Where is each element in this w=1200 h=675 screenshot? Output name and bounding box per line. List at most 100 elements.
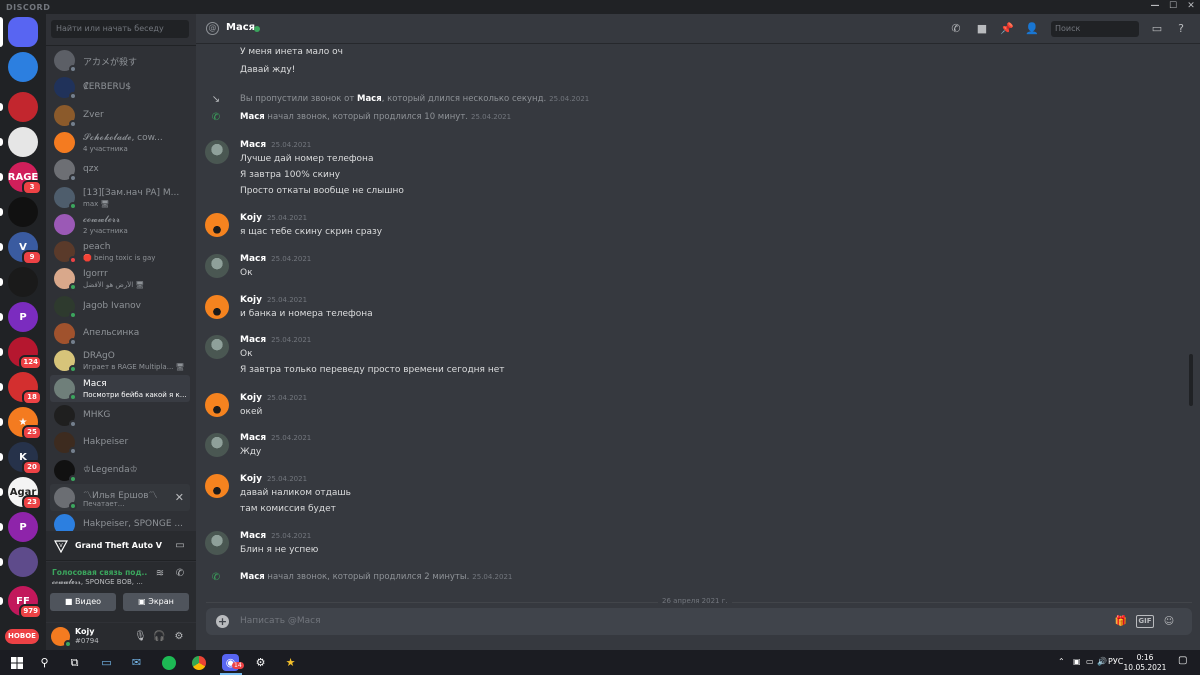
purple-server-icon[interactable]: P xyxy=(8,302,38,332)
help-icon[interactable]: ? xyxy=(1174,22,1188,36)
voice-status[interactable]: Голосовая связь под... xyxy=(52,568,148,577)
volume-icon[interactable]: 🔊 xyxy=(1097,657,1107,666)
network-icon[interactable]: ▭ xyxy=(1086,657,1094,666)
notifications-icon[interactable]: ▢ xyxy=(1178,655,1187,666)
language-indicator[interactable]: РУС xyxy=(1108,657,1123,666)
message-author[interactable]: Мася 25.04.2021 xyxy=(240,335,311,345)
emoji-icon[interactable]: ☺ xyxy=(1162,615,1176,628)
dm-item[interactable]: Апельсинка xyxy=(50,320,190,347)
steam-icon[interactable]: ⚙ xyxy=(252,654,269,671)
dm-item[interactable]: DRAgO Играет в RAGE Multipla... 🖥 xyxy=(50,347,190,374)
rage-server-icon[interactable]: RAGE 3 xyxy=(8,162,42,195)
close-dm-icon[interactable]: ✕ xyxy=(175,491,184,504)
gif-button[interactable]: GIF xyxy=(1136,615,1154,628)
laptop-app-icon[interactable]: ▭ xyxy=(98,654,115,671)
chrome-icon[interactable] xyxy=(190,654,207,671)
message-avatar[interactable] xyxy=(205,474,229,498)
gift-icon[interactable]: 🎁 xyxy=(1114,615,1128,628)
minimize-icon[interactable]: — xyxy=(1148,1,1162,13)
avatar-dark-icon[interactable] xyxy=(8,197,38,227)
voice-channel-members[interactable]: 𝓬𝓸𝔀𝔀𝓵𝓮𝓻𝓻, SPONGE BOB, ... xyxy=(52,578,148,587)
red-server-icon[interactable]: 124 xyxy=(8,337,42,370)
clock[interactable]: 0:16 10.05.2021 xyxy=(1123,653,1167,673)
pinned-messages-icon[interactable]: 📌 xyxy=(1000,22,1014,36)
maximize-icon[interactable]: ☐ xyxy=(1166,1,1180,13)
skull-server-icon[interactable] xyxy=(8,267,38,297)
dm-item[interactable]: Jagob Ivanov xyxy=(50,293,190,320)
voice-call-icon[interactable]: ✆ xyxy=(949,22,963,36)
dm-item[interactable]: Hakpeiser xyxy=(50,429,190,456)
message-author[interactable]: Мася 25.04.2021 xyxy=(240,254,311,264)
avatar-white-icon[interactable] xyxy=(8,127,38,157)
dm-item[interactable]: peach 🛑 being toxic is gay xyxy=(50,238,190,265)
inbox-icon[interactable]: ▭ xyxy=(1150,22,1164,36)
find-conversation-input[interactable]: Найти или начать беседу xyxy=(51,20,189,38)
agar-server-icon[interactable]: Agar 23 xyxy=(8,477,42,510)
microphone-icon[interactable]: 🎙 xyxy=(134,631,147,643)
close-window-icon[interactable]: ✕ xyxy=(1184,1,1198,13)
star-server-icon[interactable]: ★ 25 xyxy=(8,407,42,440)
red-g-server-icon[interactable]: 18 xyxy=(8,372,42,405)
chat-scrollbar[interactable] xyxy=(1189,354,1193,406)
dm-item[interactable]: [13][Зам.нач PA] M... max 🖥 xyxy=(50,184,190,211)
message-author[interactable]: Kojy 25.04.2021 xyxy=(240,213,307,223)
video-call-icon[interactable]: ■ xyxy=(975,22,989,36)
dm-item[interactable]: Igorrr الأرض هو الأفضل 🖥 xyxy=(50,265,190,292)
screen-share-button[interactable]: ▣ Экран xyxy=(123,593,189,611)
blue-server-icon[interactable]: K 20 xyxy=(8,442,42,475)
new-badge[interactable]: НОВОЕ xyxy=(5,629,39,644)
dm-item[interactable]: ♔Legenda♔ xyxy=(50,457,190,484)
task-view-icon[interactable]: ⧉ xyxy=(66,654,83,671)
message-input[interactable]: Написать @Мася xyxy=(240,616,321,626)
dm-subtext: Печатает... xyxy=(83,499,125,508)
dm-item[interactable]: Мася Посмотри бейба какой я кр... xyxy=(50,374,190,402)
tray-device-icon[interactable]: ▣ xyxy=(1073,657,1081,666)
message-avatar[interactable] xyxy=(205,254,229,278)
galaxy-server-icon[interactable] xyxy=(8,547,38,577)
tray-expand-icon[interactable]: ⌃ xyxy=(1058,657,1065,666)
message-author[interactable]: Мася 25.04.2021 xyxy=(240,433,311,443)
message-avatar[interactable] xyxy=(205,140,229,164)
message-avatar[interactable] xyxy=(205,213,229,237)
message-author[interactable]: Kojy 25.04.2021 xyxy=(240,393,307,403)
spotify-icon[interactable] xyxy=(160,654,177,671)
v-server-icon[interactable]: V9 xyxy=(8,232,42,265)
dm-item[interactable]: アカメが殺す xyxy=(50,47,190,74)
user-name[interactable]: Kojy xyxy=(75,627,95,636)
search-input[interactable]: Поиск xyxy=(1051,21,1139,37)
message-avatar[interactable] xyxy=(205,433,229,457)
dm-item[interactable]: 𝓢𝓬𝓱𝓸𝓴𝓸𝓵𝓪𝓭𝓮, cow... 4 участника xyxy=(50,129,190,156)
channel-name[interactable]: Мася xyxy=(226,22,255,33)
friends-group-icon-icon[interactable] xyxy=(8,52,38,82)
message-author[interactable]: Kojy 25.04.2021 xyxy=(240,474,307,484)
rockstar-icon[interactable]: ★ xyxy=(282,654,299,671)
dm-item[interactable]: MHKG xyxy=(50,402,190,429)
search-icon[interactable]: ⚲ xyxy=(36,654,53,671)
add-friends-icon[interactable]: 👤 xyxy=(1025,22,1039,36)
message-avatar[interactable] xyxy=(205,335,229,359)
message-author[interactable]: Мася 25.04.2021 xyxy=(240,140,311,150)
video-button[interactable]: ■ Видео xyxy=(50,593,116,611)
message-avatar[interactable] xyxy=(205,295,229,319)
message-author[interactable]: Мася 25.04.2021 xyxy=(240,531,311,541)
noise-suppression-icon[interactable]: ≋ xyxy=(154,568,166,580)
message-avatar[interactable] xyxy=(205,393,229,417)
discord-home-icon-icon[interactable] xyxy=(8,17,38,47)
settings-gear-icon[interactable]: ⚙ xyxy=(173,631,185,643)
dm-item[interactable]: ₡ERBERU$ xyxy=(50,74,190,101)
dm-item[interactable]: qzx xyxy=(50,156,190,183)
mail-app-icon[interactable]: ✉ xyxy=(128,654,145,671)
stream-game-icon[interactable]: ▭ xyxy=(174,540,186,552)
purple-p-server-icon[interactable]: P xyxy=(8,512,38,542)
dm-item[interactable]: 〽Илья Ершов〽 Печатает... ✕ xyxy=(50,483,190,511)
ff-server-icon[interactable]: FF 979 xyxy=(8,586,42,619)
attach-plus-icon[interactable]: + xyxy=(216,615,229,628)
disconnect-call-icon[interactable]: ✆ xyxy=(174,568,186,580)
avatar-red-icon[interactable] xyxy=(8,92,38,122)
message-avatar[interactable] xyxy=(205,531,229,555)
headphones-icon[interactable]: 🎧 xyxy=(153,631,165,643)
message-author[interactable]: Kojy 25.04.2021 xyxy=(240,295,307,305)
dm-item[interactable]: 𝓬𝓸𝔀𝔀𝓵𝓮𝓻𝓻 2 участника xyxy=(50,211,190,238)
dm-item[interactable]: Zver xyxy=(50,102,190,129)
windows-start-icon[interactable] xyxy=(8,654,25,671)
